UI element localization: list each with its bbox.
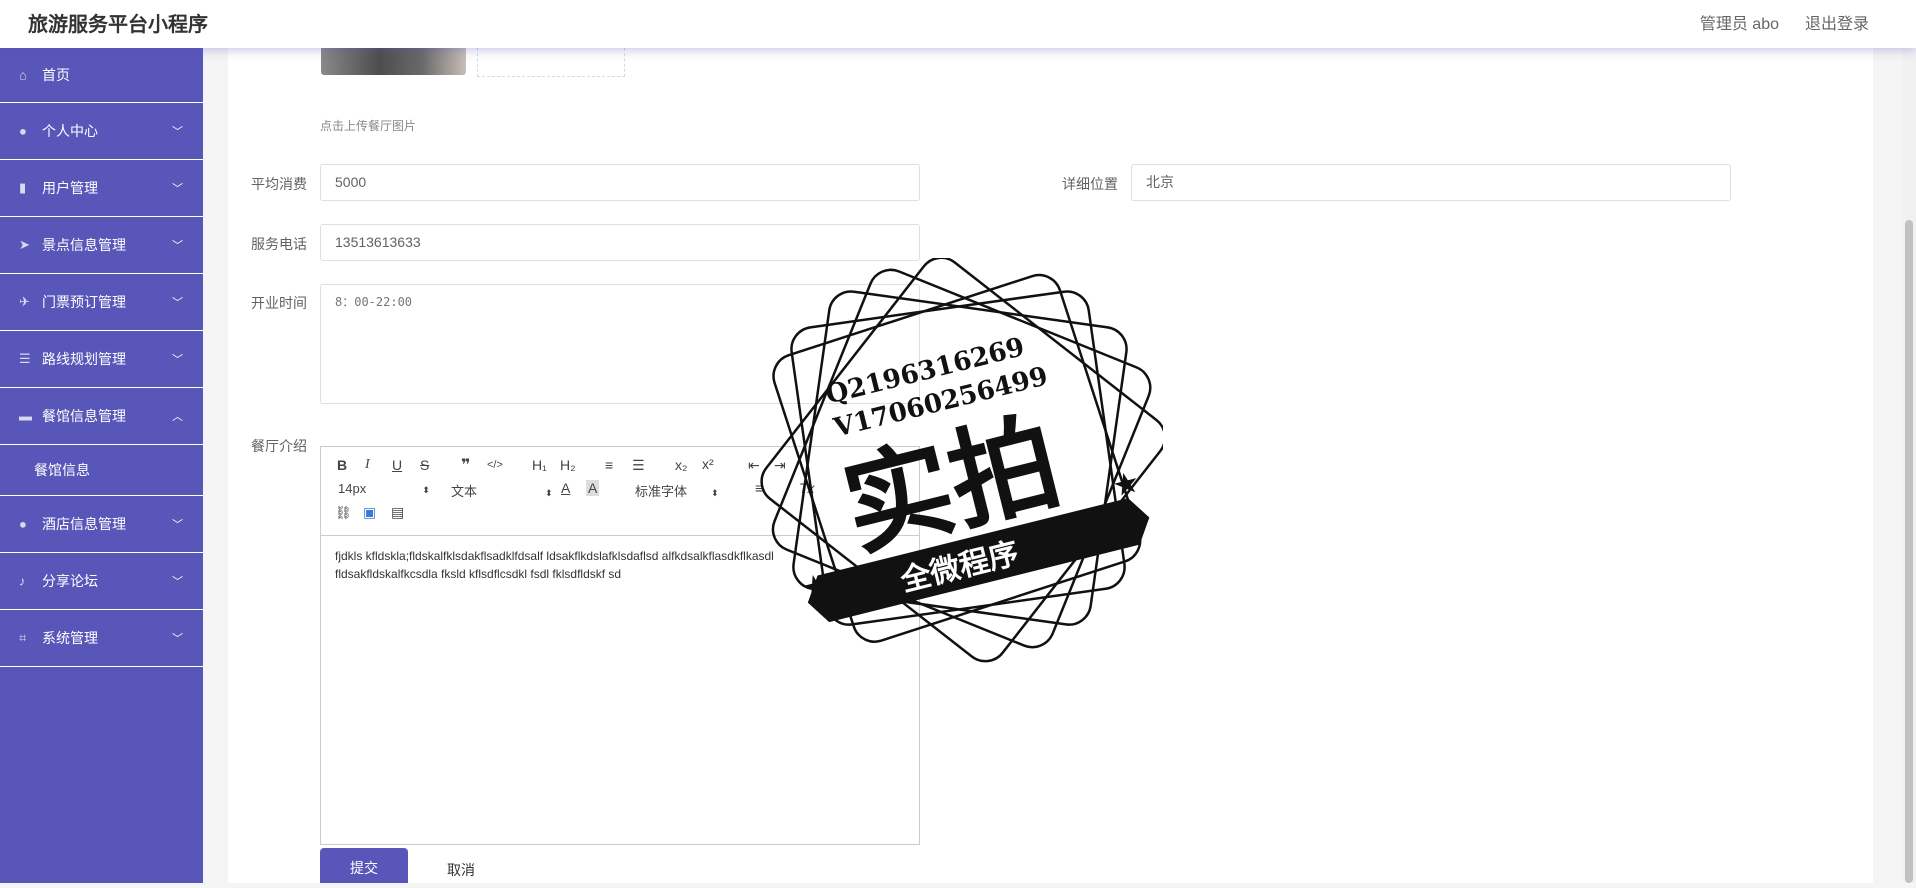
briefcase-icon: ▬ [19,408,32,424]
sidebar-item-forum[interactable]: ♪ 分享论坛 ﹀ [0,553,203,610]
top-header: 旅游服务平台小程序 管理员 abo 退出登录 [0,0,1916,48]
chevron-down-icon: ﹀ [172,126,183,138]
location-input[interactable]: 北京 [1131,164,1731,201]
header-select[interactable]: 文本 ⬍ [451,481,553,500]
bar-chart-icon: ▮ [19,180,27,195]
subscript-button[interactable]: x₂ [675,457,687,473]
microphone-icon: ♪ [19,573,26,589]
submit-button[interactable]: 提交 [320,848,408,883]
h2-button[interactable]: H₂ [560,457,576,473]
sidebar: ⌂ 首页 ● 个人中心 ﹀ ▮ 用户管理 ﹀ ➤ 景点信息管理 ﹀ ✈ 门票预订… [0,48,203,883]
hours-label: 开业时间 [251,295,307,311]
sidebar-item-label: 景点信息管理 [42,237,126,253]
sidebar-item-scenic-management[interactable]: ➤ 景点信息管理 ﹀ [0,217,203,274]
user-icon: ● [19,123,27,139]
sidebar-item-label: 门票预订管理 [42,294,126,310]
sidebar-item-label: 酒店信息管理 [42,516,126,532]
navigation-icon: ➤ [19,237,30,252]
chevron-down-icon: ﹀ [172,633,183,645]
font-size-value: 14px [338,481,367,496]
select-arrows-icon: ⬍ [545,488,553,498]
page-scrollbar[interactable] [1902,48,1916,883]
sidebar-item-label: 餐馆信息管理 [42,408,126,424]
restaurant-image-thumbnail[interactable] [321,48,466,75]
chevron-down-icon: ﹀ [172,519,183,531]
header-select-value: 文本 [451,484,478,499]
avg-cost-label: 平均消费 [251,176,307,192]
underline-button[interactable]: U [392,457,402,473]
chevron-down-icon: ﹀ [172,240,183,252]
bold-button[interactable]: B [337,457,347,473]
sidebar-item-label: 个人中心 [42,123,98,139]
indent-button[interactable]: ⇥ [774,457,786,474]
font-family-select[interactable]: 标准字体 ⬍ [635,481,719,500]
user-icon: ● [19,516,27,532]
cancel-button[interactable]: 取消 [447,860,475,880]
editor-content[interactable]: fjdkls kfldskla;fldskalfklsdakflsadklfds… [335,547,905,583]
select-arrows-icon: ⬍ [422,485,430,495]
link-icon[interactable]: ⛓ [335,505,352,521]
chevron-down-icon: ﹀ [172,576,183,588]
image-icon[interactable]: ▣ [363,504,376,521]
send-icon: ✈ [19,294,30,309]
font-family-value: 标准字体 [635,484,688,499]
sidebar-item-system-management[interactable]: ⌗ 系统管理 ﹀ [0,610,203,667]
sidebar-item-restaurant-management[interactable]: ▬ 餐馆信息管理 ︿ [0,388,203,445]
font-size-select[interactable]: 14px ⬍ [338,481,430,496]
sidebar-item-user-management[interactable]: ▮ 用户管理 ﹀ [0,160,203,217]
list-icon: ☰ [19,351,31,366]
sidebar-item-label: 首页 [42,67,70,83]
admin-user-label: 管理员 abo [1699,16,1779,33]
chevron-down-icon: ﹀ [172,354,183,366]
editor-content-line: fjdkls kfldskla;fldskalfklsdakflsadklfds… [335,549,774,563]
avg-cost-input[interactable]: 5000 [320,164,920,201]
image-upload-box[interactable] [477,48,625,77]
chevron-down-icon: ﹀ [172,183,183,195]
outdent-button[interactable]: ⇤ [748,457,760,474]
sidebar-item-personal-center[interactable]: ● 个人中心 ﹀ [0,103,203,160]
font-color-button[interactable]: A [561,480,570,496]
chevron-down-icon: ﹀ [172,297,183,309]
sidebar-item-label: 分享论坛 [42,573,98,589]
superscript-button[interactable]: x² [702,456,714,472]
h1-button[interactable]: H₁ [532,457,547,473]
sidebar-item-label: 系统管理 [42,630,98,646]
phone-input[interactable]: 13513613633 [320,224,920,261]
sidebar-subitem-restaurant-info[interactable]: 餐馆信息 [0,445,203,496]
logout-link[interactable]: 退出登录 [1805,10,1869,34]
sidebar-item-route-management[interactable]: ☰ 路线规划管理 ﹀ [0,331,203,388]
italic-button[interactable]: I [365,457,370,473]
app-title: 旅游服务平台小程序 [28,14,208,36]
sidebar-subitem-label: 餐馆信息 [34,462,90,478]
location-label: 详细位置 [1062,176,1118,192]
upload-hint: 点击上传餐厅图片 [320,119,417,133]
ordered-list-button[interactable]: ≡ [605,457,613,473]
chevron-up-icon: ︿ [172,411,183,423]
phone-label: 服务电话 [251,236,307,252]
video-icon[interactable]: ▤ [391,504,404,521]
sidebar-item-home[interactable]: ⌂ 首页 [0,48,203,103]
hours-textarea[interactable]: 8：00-22:00 [320,284,920,404]
blockquote-button[interactable]: ❞ [461,455,470,475]
select-arrows-icon: ⬍ [711,488,719,498]
strike-button[interactable]: S [420,457,429,473]
sidebar-item-hotel-management[interactable]: ● 酒店信息管理 ﹀ [0,496,203,553]
editor-content-line: fldsakfldskalfkcsdla fksld kflsdflcsdkl … [335,567,622,581]
home-icon: ⌂ [19,67,27,83]
intro-label: 餐厅介绍 [251,438,307,454]
clean-format-button[interactable]: Tx [799,480,815,496]
rich-text-editor: B I U S ❞ </> H₁ H₂ ≡ ☰ x₂ x² ⇤ ⇥ 14px ⬍ … [320,446,920,845]
editor-toolbar: B I U S ❞ </> H₁ H₂ ≡ ☰ x₂ x² ⇤ ⇥ 14px ⬍ … [321,447,919,536]
scrollbar-thumb[interactable] [1905,220,1913,883]
crop-icon: ⌗ [19,630,27,645]
align-button[interactable]: ≡ [755,480,763,496]
sidebar-item-label: 用户管理 [42,180,98,196]
code-block-button[interactable]: </> [487,459,503,471]
bullet-list-button[interactable]: ☰ [632,457,645,474]
sidebar-item-label: 路线规划管理 [42,351,126,367]
sidebar-item-ticket-management[interactable]: ✈ 门票预订管理 ﹀ [0,274,203,331]
background-color-button[interactable]: A [586,480,600,496]
